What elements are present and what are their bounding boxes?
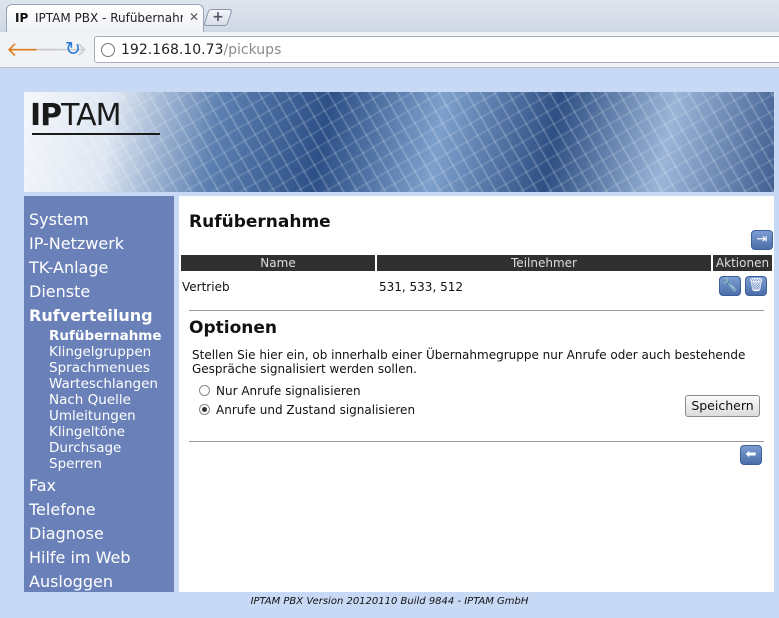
reload-icon[interactable]: ↻ xyxy=(62,38,84,60)
column-header-name: Name xyxy=(181,255,375,271)
forward-arrow-icon[interactable]: 🡒 xyxy=(34,38,88,60)
radio-button-checked[interactable] xyxy=(199,404,210,415)
radio-label: Anrufe und Zustand signalisieren xyxy=(216,403,416,417)
edit-button[interactable]: 🔧 xyxy=(719,276,741,296)
sidebar-subitem-rufuebernahme[interactable]: Rufübernahme xyxy=(24,328,174,344)
radio-button[interactable] xyxy=(199,385,210,396)
radio-label: Nur Anrufe signalisieren xyxy=(216,384,361,398)
back-button[interactable]: ⬅ xyxy=(740,445,762,465)
page-title: Rufübernahme xyxy=(189,212,331,232)
sidebar-subitem-sperren[interactable]: Sperren xyxy=(24,456,174,472)
sidebar-subitem-klingeltoene[interactable]: Klingeltöne xyxy=(24,424,174,440)
table-row-name: Vertrieb xyxy=(182,280,230,294)
browser-tabstrip: IP IPTAM PBX - Rufübernahme ✕ + xyxy=(0,0,779,32)
close-icon[interactable]: ✕ xyxy=(187,10,201,24)
save-button[interactable]: Speichern xyxy=(685,395,760,417)
sidebar-item-telefone[interactable]: Telefone xyxy=(24,498,174,522)
sidebar-item-system[interactable]: System xyxy=(24,208,174,232)
sidebar-subitem-nach-quelle[interactable]: Nach Quelle xyxy=(24,392,174,408)
tab-title: IPTAM PBX - Rufübernahme xyxy=(35,11,183,25)
divider xyxy=(189,310,764,311)
browser-tab[interactable]: IP IPTAM PBX - Rufübernahme ✕ xyxy=(6,4,204,32)
delete-button[interactable]: 🗑 xyxy=(745,276,767,296)
wrench-icon: 🔧 xyxy=(721,278,739,293)
sidebar-item-ip-netzwerk[interactable]: IP-Netzwerk xyxy=(24,232,174,256)
footer-version: IPTAM PBX Version 20120110 Build 9844 - … xyxy=(250,596,529,607)
sidebar-item-ausloggen[interactable]: Ausloggen xyxy=(24,570,174,594)
new-tab-button[interactable]: + xyxy=(203,9,233,26)
globe-icon xyxy=(101,43,115,57)
sidebar-item-diagnose[interactable]: Diagnose xyxy=(24,522,174,546)
sidebar-subitem-klingelgruppen[interactable]: Klingelgruppen xyxy=(24,344,174,360)
sidebar-item-hilfe-im-web[interactable]: Hilfe im Web xyxy=(24,546,174,570)
column-header-teilnehmer: Teilnehmer xyxy=(377,255,711,271)
plus-icon: + xyxy=(212,9,224,25)
logo-underline xyxy=(32,133,160,135)
export-button[interactable]: ⇥ xyxy=(751,230,773,250)
sidebar-subitem-warteschlangen[interactable]: Warteschlangen xyxy=(24,376,174,392)
sidebar: System IP-Netzwerk TK-Anlage Dienste Ruf… xyxy=(24,196,174,592)
address-bar[interactable]: 192.168.10.73/pickups xyxy=(94,36,779,63)
sidebar-subitem-durchsage[interactable]: Durchsage xyxy=(24,440,174,456)
column-header-aktionen: Aktionen xyxy=(713,255,772,271)
trash-icon: 🗑 xyxy=(747,278,765,293)
main-content: Rufübernahme ⇥ Name Teilnehmer Aktionen … xyxy=(179,196,774,592)
header-banner: IPTAM xyxy=(24,92,774,192)
sidebar-item-dienste[interactable]: Dienste xyxy=(24,280,174,304)
url-text: 192.168.10.73/pickups xyxy=(121,42,282,58)
options-title: Optionen xyxy=(189,318,277,338)
back-arrow-icon[interactable]: 🡐 xyxy=(6,38,60,60)
options-description: Stellen Sie hier ein, ob innerhalb einer… xyxy=(192,348,746,376)
sidebar-item-rufverteilung[interactable]: Rufverteilung xyxy=(24,304,174,328)
sidebar-subitem-umleitungen[interactable]: Umleitungen xyxy=(24,408,174,424)
iptam-logo: IPTAM xyxy=(30,98,122,133)
browser-toolbar: 🡐 🡒 ↻ 192.168.10.73/pickups xyxy=(0,32,779,68)
divider xyxy=(189,441,764,442)
sidebar-item-tk-anlage[interactable]: TK-Anlage xyxy=(24,256,174,280)
sidebar-item-fax[interactable]: Fax xyxy=(24,474,174,498)
sidebar-subitem-sprachmenues[interactable]: Sprachmenues xyxy=(24,360,174,376)
export-icon: ⇥ xyxy=(756,232,768,247)
back-arrow-icon: ⬅ xyxy=(745,447,757,462)
iptam-favicon-icon: IP xyxy=(15,11,29,25)
table-row-teilnehmer: 531, 533, 512 xyxy=(379,280,463,294)
